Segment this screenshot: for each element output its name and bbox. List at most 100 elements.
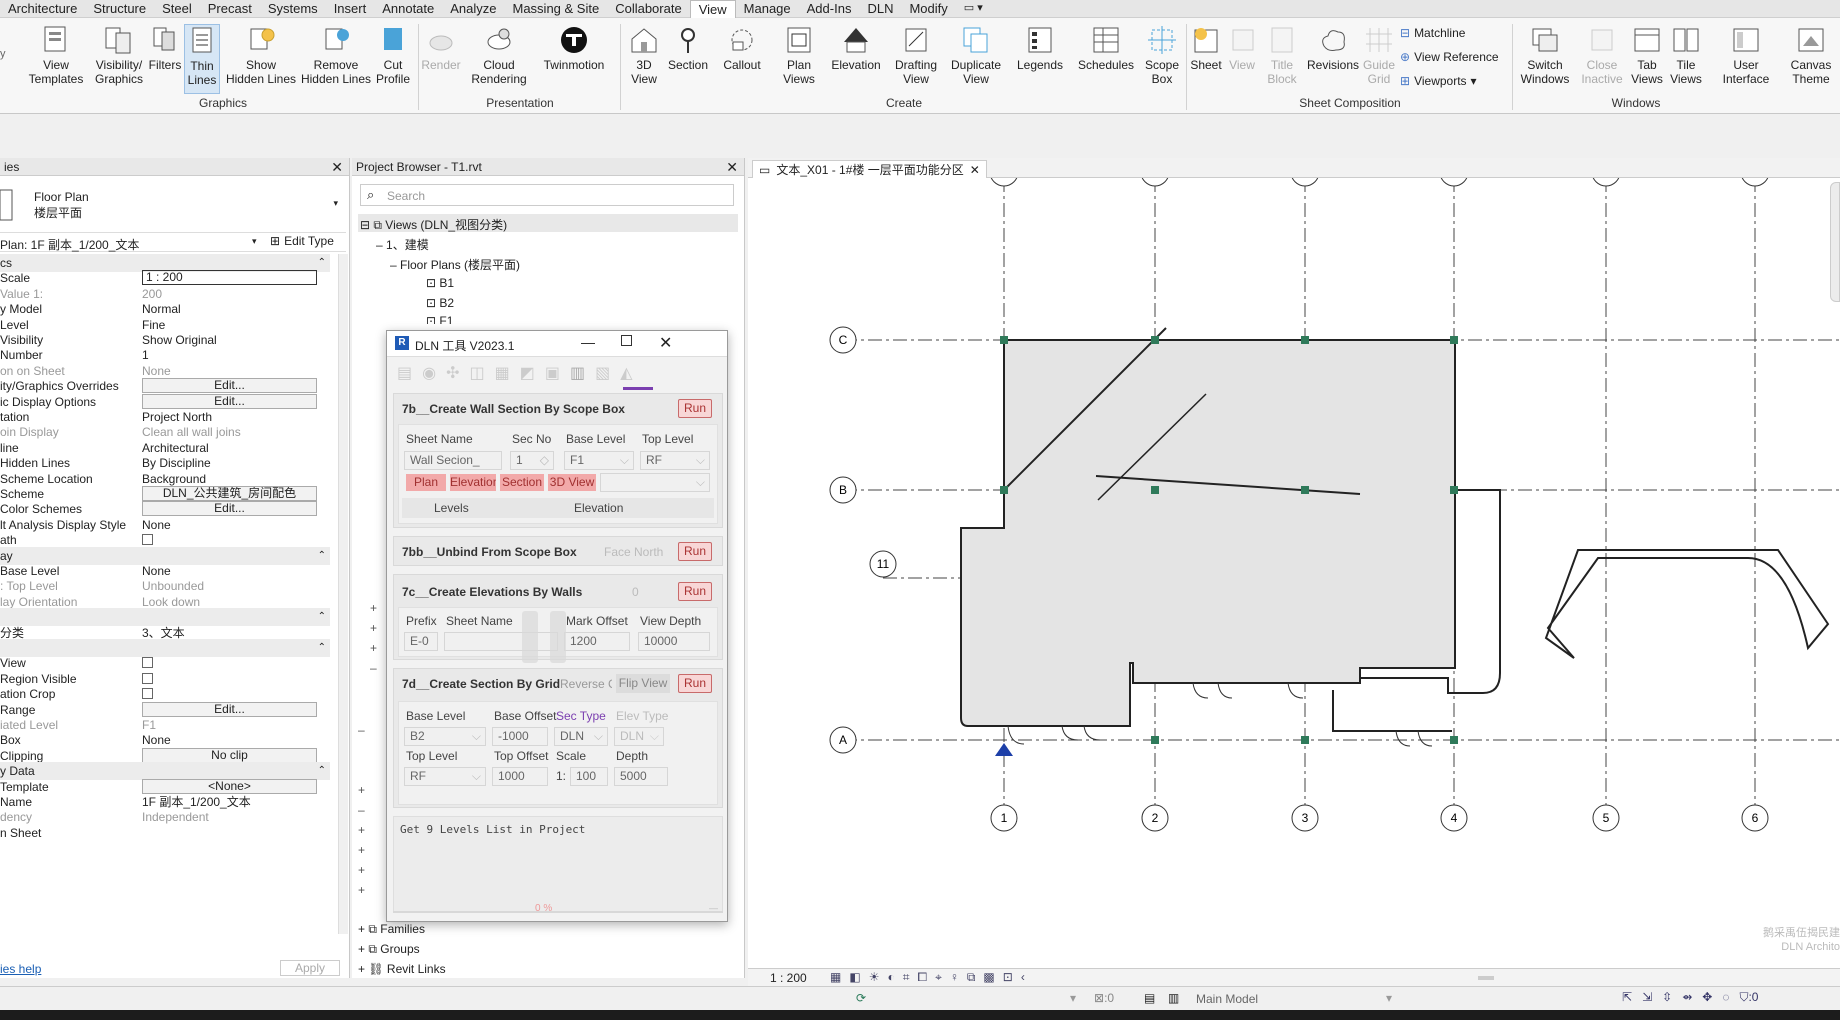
depth-input[interactable]: 5000 [614,767,668,786]
tool-icon-2[interactable]: ◉ [422,363,436,383]
visibility-graphics-button[interactable]: Visibility/ Graphics [90,24,148,86]
tree-node-floor-plans[interactable]: – Floor Plans (楼层平面) [390,256,520,273]
matchline-button[interactable]: ⊟ Matchline [1400,26,1465,40]
top-offset-input[interactable]: 1000 [492,767,548,786]
elev-type-select[interactable]: DLN ⌵ [614,727,664,746]
ribbon-options-icon[interactable]: ▭ ▾ [956,0,991,17]
run-7c-button[interactable]: Run [678,582,712,601]
property-edit-button[interactable]: DLN_公共建筑_房间配色 [142,486,317,501]
view-tab[interactable]: ▭ 文本_X01 - 1#楼 一层平面功能分区 ✕ [752,160,987,178]
base-level-select[interactable]: F1 ⌵ [564,451,634,470]
tree-node-jianmo[interactable]: – 1、建模 [376,236,429,253]
run-7d-button[interactable]: Run [678,674,712,693]
tree-node-revit-links[interactable]: + ⛓ Revit Links [358,962,446,976]
sec-no-stepper[interactable]: 1 ◇ [510,451,554,470]
search-input[interactable]: Search [387,189,425,203]
tab-views-button[interactable]: Tab Views [1628,24,1666,86]
callout-button[interactable]: Callout [718,24,766,72]
show-hidden-lines-button[interactable]: Show Hidden Lines [224,24,298,86]
checkbox-icon[interactable] [142,657,153,669]
select-underlay-icon[interactable]: ⇲ [1642,990,1652,1005]
drag-elements-icon[interactable]: ✥ [1702,990,1712,1005]
tool-icon-3[interactable]: ✣ [446,363,459,383]
view-depth-input[interactable]: 10000 [638,632,710,651]
scroll-left-icon[interactable]: ‹ [1021,970,1025,985]
drawing-view[interactable]: ▭ 文本_X01 - 1#楼 一层平面功能分区 ✕ C B 11 A 1 2 3… [748,158,1840,968]
crop-region-icon[interactable]: ⧠ [917,970,927,985]
prefix-input[interactable]: E-0 [404,632,438,651]
sheet-name-input[interactable]: Wall Secion_ [404,451,502,470]
flip-view-toggle[interactable]: Flip View [616,674,670,693]
edit-type-button[interactable]: ⊞ Edit Type [270,234,334,248]
view-type-select[interactable]: ⌵ [600,473,710,492]
visual-style-icon[interactable]: ◧ [849,970,860,985]
options-icon[interactable]: ▥ [1168,991,1179,1005]
crop-view-icon[interactable]: ⌗ [903,970,910,985]
view-scale[interactable]: 1 : 200 [770,971,807,985]
cut-profile-button[interactable]: Cut Profile [374,24,412,86]
cloud-rendering-button[interactable]: Cloud Rendering [468,24,530,86]
plan-toggle[interactable]: Plan [406,474,446,491]
tree-node-b2[interactable]: ⊡ B2 [426,296,454,310]
run-7bb-button[interactable]: Run [678,542,712,561]
horizontal-scroll-thumb[interactable] [1478,976,1494,980]
tab-modify[interactable]: Modify [901,0,955,17]
temporary-hide-icon[interactable]: ♀ [950,970,959,985]
shadows-icon[interactable]: ◐ [887,970,894,985]
property-edit-button[interactable]: Edit... [142,378,317,394]
sheet-button[interactable]: Sheet [1188,24,1224,72]
3d-view-button[interactable]: 3D View [624,24,664,86]
dialog-titlebar[interactable]: R DLN 工具 V2023.1 — ✕ [387,331,727,357]
thin-lines-button[interactable]: Thin Lines [184,24,220,94]
tab-insert[interactable]: Insert [326,0,375,17]
close-icon[interactable]: ✕ [970,163,980,177]
view-reference-button[interactable]: ⊕ View Reference [1400,50,1499,64]
worksharing-icon[interactable]: ⟳ [856,991,866,1005]
title-block-button[interactable]: Title Block [1262,24,1302,86]
filters-button[interactable]: Filters [148,24,182,72]
tool-icon-9[interactable]: ▧ [595,363,610,383]
property-edit-button[interactable]: No clip [142,747,317,763]
highlight-icon[interactable]: ⊡ [1003,970,1013,985]
tree-node-groups[interactable]: + ⧉ Groups [358,942,420,957]
tree-node-f1[interactable]: ⊡ F1 [426,314,453,324]
checkbox-icon[interactable] [142,688,153,700]
close-icon[interactable]: ✕ [726,158,738,176]
close-inactive-button[interactable]: Close Inactive [1576,24,1628,86]
tab-collaborate[interactable]: Collaborate [607,0,690,17]
sheet-name-input[interactable] [444,632,558,651]
base-offset-input[interactable]: -1000 [492,727,548,746]
twinmotion-button[interactable]: Twinmotion [534,24,614,72]
tool-icon-10[interactable]: ◭ [620,363,632,383]
face-north-option[interactable]: Face North [604,545,663,559]
elevation-button[interactable]: Elevation [826,24,886,72]
property-edit-button[interactable]: Edit... [142,701,317,717]
drag-handle[interactable] [522,611,538,663]
top-level-select[interactable]: RF ⌵ [640,451,710,470]
reverse-option[interactable]: Reverse C [560,677,612,691]
tree-node-families[interactable]: + ⧉ Families [358,922,425,937]
floor-plan-canvas[interactable]: C B 11 A 1 2 3 4 5 6 鹅采禹伍揭民建 DLN Archito [748,178,1840,968]
tool-icon-7[interactable]: ▣ [545,363,560,383]
tab-view[interactable]: View [689,0,736,18]
property-edit-button[interactable]: Edit... [142,501,317,517]
tree-node-views[interactable]: ⊟ ⧉ Views (DLN_视图分类) [360,216,507,233]
browser-search[interactable]: ⌕ Search [360,184,734,206]
tab-precast[interactable]: Precast [200,0,260,17]
properties-help-link[interactable]: ies help [0,962,41,976]
tree-node-b1[interactable]: ⊡ B1 [426,276,454,290]
tool-icon-8[interactable]: ▥ [570,363,585,383]
tile-views-button[interactable]: Tile Views [1668,24,1704,86]
property-edit-button[interactable]: <None> [142,778,317,794]
detail-level-icon[interactable]: ▦ [830,970,841,985]
tab-add-ins[interactable]: Add-Ins [799,0,860,17]
revisions-button[interactable]: Revisions [1304,24,1362,72]
select-pinned-icon[interactable]: ⇳ [1662,990,1672,1005]
close-icon[interactable]: ✕ [331,158,343,176]
tool-icon-5[interactable]: ▦ [495,363,510,383]
properties-scrollbar[interactable] [338,254,348,934]
viewports-button[interactable]: ⊞ Viewports ▾ [1400,74,1477,88]
view-button[interactable]: View [1226,24,1258,72]
property-edit-button[interactable]: Edit... [142,393,317,409]
sun-path-icon[interactable]: ☀ [869,970,880,985]
